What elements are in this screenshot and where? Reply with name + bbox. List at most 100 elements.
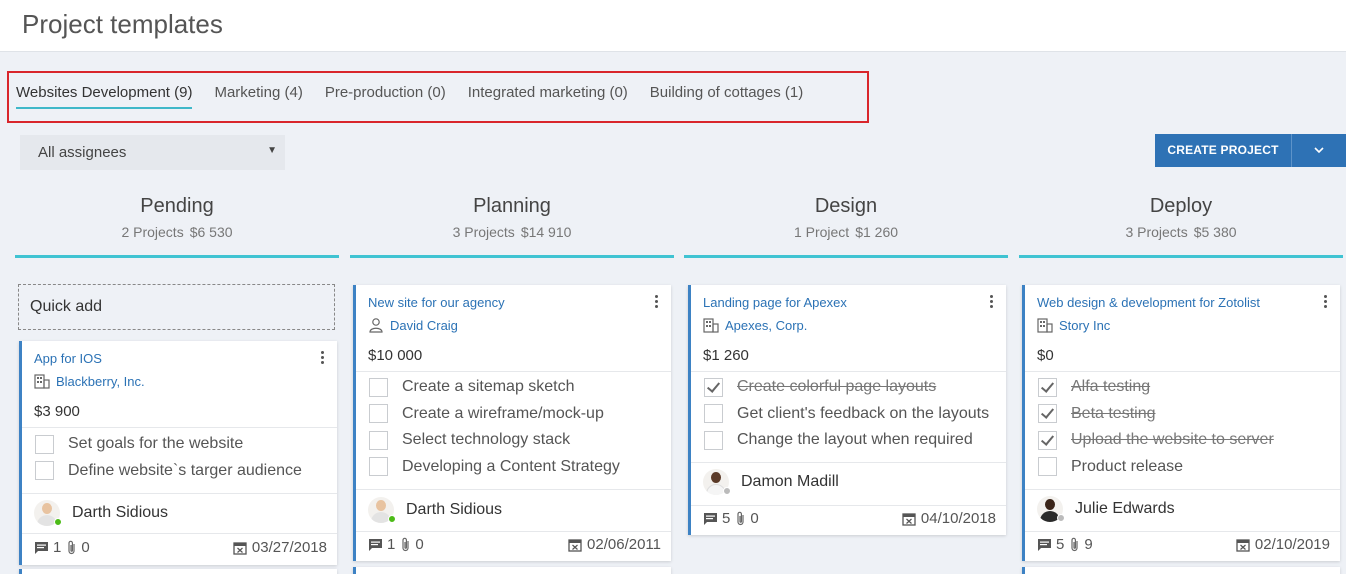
divider [22, 427, 337, 428]
tab-integrated-marketing[interactable]: Integrated marketing (0) [468, 84, 628, 109]
attachments-count[interactable]: 0 [67, 539, 90, 556]
calendar-icon [233, 541, 247, 555]
task-text: Set goals for the website [68, 435, 244, 453]
column-name: Design [814, 195, 878, 217]
create-project-dropdown-button[interactable] [1292, 134, 1346, 167]
project-title-link[interactable]: New site for our agency [368, 295, 505, 310]
quick-add-button[interactable]: Quick add [18, 284, 335, 330]
comment-icon [369, 538, 382, 551]
task-text: Product release [1071, 457, 1184, 475]
column-project-count: 1 Project [793, 224, 850, 240]
task-item: Upload the website to server [1038, 427, 1274, 454]
due-date[interactable]: 04/10/2018 [902, 510, 996, 527]
task-checkbox[interactable] [704, 377, 723, 397]
attachments-count[interactable]: 9 [1070, 536, 1093, 553]
building-icon [703, 318, 719, 333]
tab-marketing[interactable]: Marketing (4) [214, 84, 302, 109]
task-checkbox[interactable] [704, 404, 723, 424]
more-options-icon[interactable] [653, 294, 659, 310]
task-text: Create colorful page layouts [737, 378, 937, 396]
task-checkbox[interactable] [35, 461, 54, 481]
online-status-dot [54, 518, 62, 526]
task-checkbox[interactable] [369, 457, 388, 477]
task-list: Set goals for the website Define website… [35, 431, 302, 484]
paperclip-icon [402, 537, 409, 551]
project-client[interactable]: Blackberry, Inc. [34, 373, 145, 389]
create-project-button[interactable]: CREATE PROJECT [1155, 134, 1292, 167]
task-text: Beta testing [1071, 404, 1156, 422]
assignee-info[interactable]: Julie Edwards [1037, 496, 1175, 522]
task-item: Create a wireframe/mock-up [369, 401, 620, 428]
task-text: Change the layout when required [737, 431, 973, 449]
more-options-icon[interactable] [1322, 294, 1328, 310]
task-checkbox[interactable] [369, 404, 388, 424]
project-card-next [353, 567, 671, 574]
comments-count[interactable]: 1 [368, 536, 395, 553]
assignee-select[interactable]: All assignees ▼ [20, 135, 285, 170]
comments-count[interactable]: 1 [34, 539, 61, 556]
task-item: Set goals for the website [35, 431, 302, 458]
column-header-planning: Planning 3 Projects $14 910 [350, 195, 674, 240]
task-checkbox[interactable] [1038, 457, 1057, 477]
offline-status-dot [723, 487, 731, 495]
assignee-info[interactable]: Damon Madill [703, 469, 839, 495]
more-options-icon[interactable] [319, 350, 325, 366]
project-title-link[interactable]: App for IOS [34, 351, 102, 366]
project-amount: $10 000 [368, 347, 423, 364]
project-card-next [19, 569, 337, 574]
task-checkbox[interactable] [704, 430, 723, 450]
due-date[interactable]: 02/10/2019 [1236, 536, 1330, 553]
attachments-count[interactable]: 0 [401, 536, 424, 553]
task-item: Product release [1038, 454, 1274, 481]
due-date[interactable]: 03/27/2018 [233, 539, 327, 556]
task-checkbox[interactable] [369, 430, 388, 450]
divider [691, 371, 1006, 372]
offline-status-dot [1057, 514, 1065, 522]
card-footer: 5 0 04/10/2018 [703, 510, 996, 527]
due-date[interactable]: 02/06/2011 [568, 536, 661, 553]
project-client[interactable]: David Craig [368, 317, 458, 333]
task-checkbox[interactable] [1038, 377, 1057, 397]
column-underline [350, 255, 674, 258]
divider [1025, 489, 1340, 490]
comments-count[interactable]: 5 [703, 510, 730, 527]
column-header-deploy: Deploy 3 Projects $5 380 [1019, 195, 1343, 240]
tab-websites-development[interactable]: Websites Development (9) [16, 84, 193, 109]
more-options-icon[interactable] [988, 294, 994, 310]
column-name: Planning [473, 195, 551, 217]
chevron-down-icon [1314, 147, 1324, 154]
divider [356, 489, 671, 490]
project-card[interactable]: App for IOS Blackberry, Inc. $3 900 Set … [19, 341, 337, 565]
attachments-count[interactable]: 0 [736, 510, 759, 527]
column-summary: 2 Projects $6 530 [15, 224, 339, 240]
tab-building-of-cottages[interactable]: Building of cottages (1) [650, 84, 803, 109]
tab-pre-production[interactable]: Pre-production (0) [325, 84, 446, 109]
project-title-link[interactable]: Landing page for Apexex [703, 295, 847, 310]
task-checkbox[interactable] [1038, 404, 1057, 424]
project-card[interactable]: New site for our agency David Craig $10 … [353, 285, 671, 561]
divider [356, 531, 671, 532]
task-checkbox[interactable] [1038, 430, 1057, 450]
task-text: Upload the website to server [1071, 431, 1274, 449]
divider [22, 493, 337, 494]
project-card[interactable]: Landing page for Apexex Apexes, Corp. $1… [688, 285, 1006, 535]
project-card[interactable]: Web design & development for Zotolist St… [1022, 285, 1340, 561]
avatar [368, 497, 396, 523]
task-text: Get client's feedback on the layouts [737, 404, 990, 422]
column-underline [684, 255, 1008, 258]
building-icon [1037, 318, 1053, 333]
task-item: Create a sitemap sketch [369, 374, 620, 401]
online-status-dot [388, 515, 396, 523]
assignee-info[interactable]: Darth Sidious [368, 497, 502, 523]
avatar [1037, 496, 1065, 522]
project-title-link[interactable]: Web design & development for Zotolist [1037, 295, 1260, 310]
task-checkbox[interactable] [369, 377, 388, 397]
column-project-count: 3 Projects [1125, 224, 1188, 240]
assignee-info[interactable]: Darth Sidious [34, 500, 168, 526]
divider [22, 533, 337, 534]
task-checkbox[interactable] [35, 434, 54, 454]
project-client[interactable]: Story Inc [1037, 317, 1110, 333]
project-client[interactable]: Apexes, Corp. [703, 317, 807, 333]
comments-count[interactable]: 5 [1037, 536, 1064, 553]
project-amount: $0 [1037, 347, 1054, 364]
